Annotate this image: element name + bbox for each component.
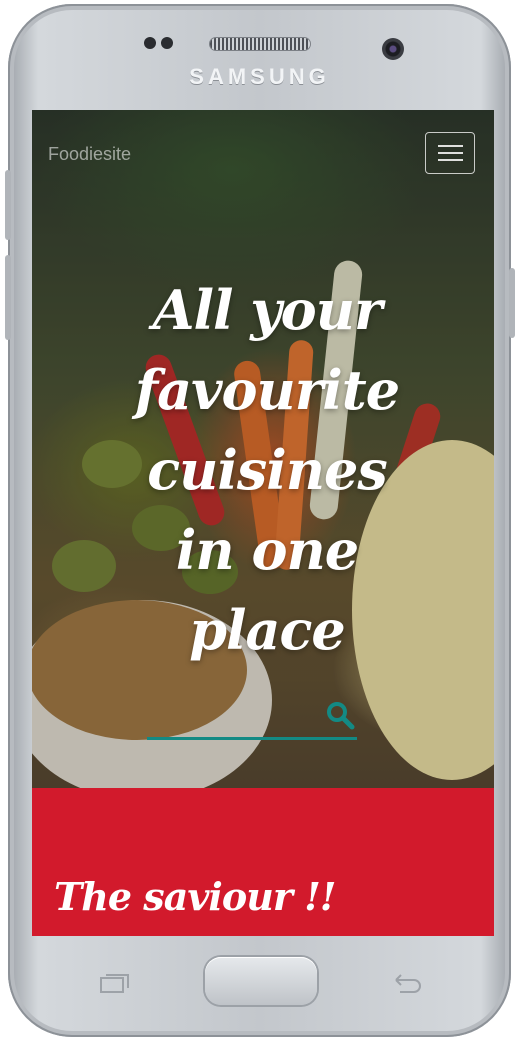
search-underline: [147, 737, 357, 740]
search-input[interactable]: [147, 690, 321, 738]
section-title: The saviour !!: [54, 874, 336, 919]
search-icon[interactable]: [325, 700, 355, 730]
brand-link[interactable]: Foodiesite: [48, 144, 131, 165]
side-button-right: [509, 268, 515, 338]
side-button-left: [5, 170, 11, 240]
saviour-section: The saviour !!: [32, 788, 494, 936]
hamburger-icon-line: [438, 152, 463, 154]
hero-headline: All your favourite cuisines in one place: [134, 278, 400, 662]
side-button-left-2: [5, 255, 11, 340]
screen: Foodiesite All your favourite cuisines i…: [32, 110, 494, 936]
earpiece-speaker: [210, 38, 310, 50]
recent-apps-icon[interactable]: [100, 972, 130, 994]
hero-section: Foodiesite All your favourite cuisines i…: [32, 110, 494, 788]
back-icon[interactable]: [392, 970, 422, 994]
home-button[interactable]: [205, 957, 317, 1005]
hamburger-menu-button[interactable]: [425, 132, 475, 174]
hamburger-icon-line: [438, 145, 463, 147]
sensor-dots: [144, 37, 173, 49]
hamburger-icon-line: [438, 159, 463, 161]
front-camera: [382, 38, 404, 60]
search-box: [147, 690, 357, 740]
device-brand: SAMSUNG: [189, 64, 330, 89]
